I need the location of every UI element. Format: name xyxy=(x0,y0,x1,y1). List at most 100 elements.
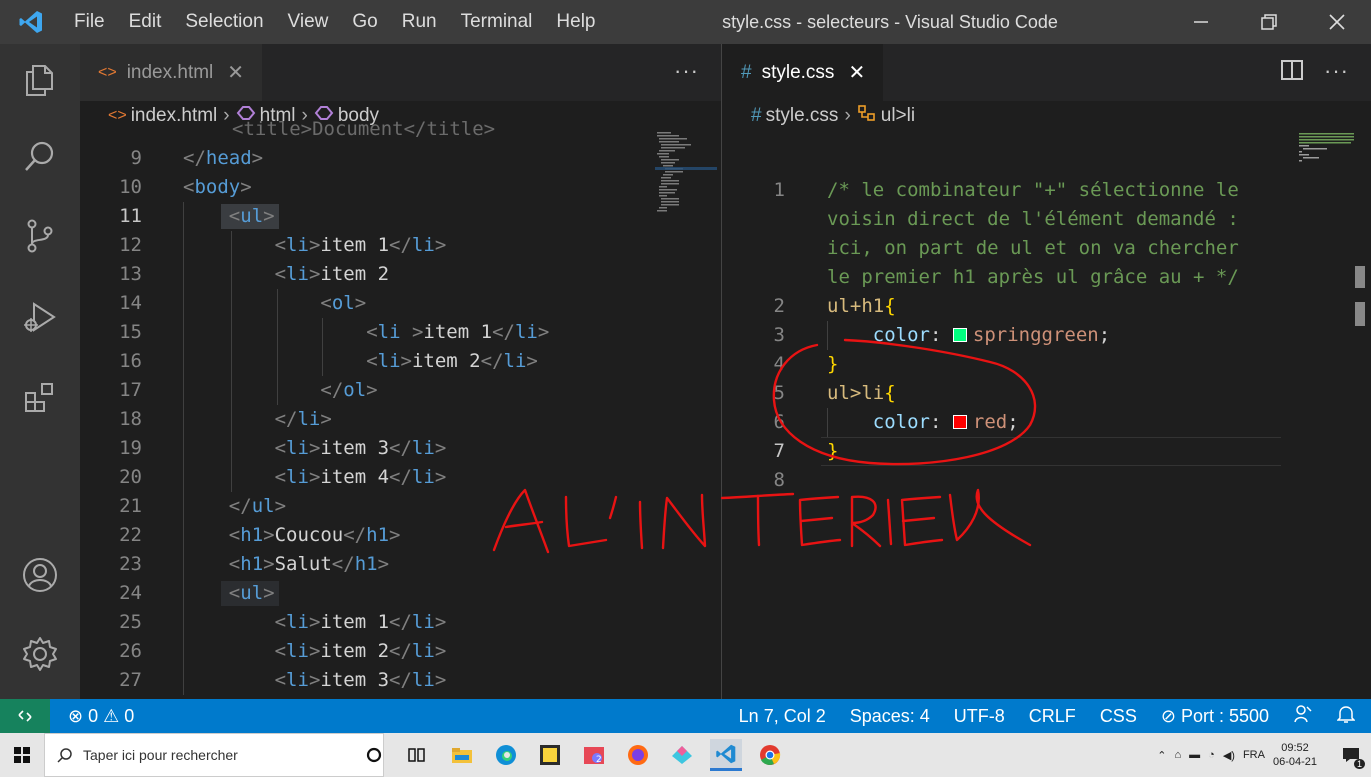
network-icon[interactable]: ⌂ xyxy=(1175,749,1182,761)
indent-guide xyxy=(276,289,278,405)
firefox-icon[interactable] xyxy=(622,739,654,771)
task-view-icon[interactable] xyxy=(402,739,434,771)
partial-code-line: <title>Document</title> xyxy=(232,118,496,140)
code-line: 3 color: springgreen; xyxy=(723,321,1371,350)
line-number: 16 xyxy=(119,350,142,372)
menu-item-view[interactable]: View xyxy=(276,11,341,33)
file-explorer-icon[interactable] xyxy=(446,739,478,771)
menu-item-selection[interactable]: Selection xyxy=(173,11,275,33)
color-swatch[interactable] xyxy=(952,328,967,342)
account-icon[interactable] xyxy=(0,545,80,605)
menu-item-terminal[interactable]: Terminal xyxy=(449,11,545,33)
tab-style-css[interactable]: # style.css ✕ xyxy=(723,44,884,101)
app-icon-diamond[interactable] xyxy=(666,739,698,771)
minimap[interactable] xyxy=(655,131,721,699)
menu-item-go[interactable]: Go xyxy=(340,11,389,33)
line-number: 10 xyxy=(119,176,142,198)
code-line: le premier h1 après ul grâce au + */ xyxy=(723,263,1371,292)
extensions-icon[interactable] xyxy=(0,368,80,428)
feedback-icon[interactable] xyxy=(1281,704,1325,729)
code-text: ul>li{ xyxy=(827,382,896,404)
html-code-editor[interactable]: <title>Document</title> 9 </head> 10 <body>… xyxy=(80,118,721,699)
code-text: ici, on part de ul et on va chercher xyxy=(827,237,1239,259)
language-mode[interactable]: CSS xyxy=(1088,706,1149,727)
code-text: <li>item 2</li> xyxy=(366,350,538,372)
line-number: 27 xyxy=(119,669,142,691)
vscode-logo-icon xyxy=(0,0,62,44)
code-text: <li>item 1</li> xyxy=(274,611,447,633)
explorer-icon[interactable] xyxy=(0,50,80,110)
line-number: 14 xyxy=(119,292,142,314)
menu-item-run[interactable]: Run xyxy=(390,11,449,33)
restore-button[interactable] xyxy=(1235,0,1303,44)
chrome-icon[interactable] xyxy=(754,739,786,771)
taskbar-clock[interactable]: 09:52 06-04-21 xyxy=(1273,741,1317,769)
code-line: 24 <ul> xyxy=(80,579,721,608)
vscode-taskbar-icon[interactable] xyxy=(710,739,742,771)
code-line: voisin direct de l'élément demandé : xyxy=(723,205,1371,234)
code-text: /* le combinateur "+" sélectionne le xyxy=(827,179,1239,201)
close-window-button[interactable] xyxy=(1303,0,1371,44)
scrollbar-thumb[interactable] xyxy=(1355,266,1365,288)
indentation[interactable]: Spaces: 4 xyxy=(838,706,942,727)
photos-app-icon[interactable]: 2 xyxy=(578,739,610,771)
css-file-icon: # xyxy=(751,105,762,126)
cursor-position[interactable]: Ln 7, Col 2 xyxy=(727,706,838,727)
breadcrumb-item[interactable]: index.html xyxy=(131,105,218,127)
more-actions-icon[interactable]: ··· xyxy=(674,58,699,84)
windows-start-icon[interactable] xyxy=(0,733,44,777)
menu-item-file[interactable]: File xyxy=(62,11,117,33)
minimize-button[interactable] xyxy=(1167,0,1235,44)
breadcrumb-item[interactable]: style.css xyxy=(766,105,839,127)
css-code-editor[interactable]: 1 /* le combinateur "+" sélectionne le voi… xyxy=(723,131,1371,699)
taskbar-search-box[interactable]: Taper ici pour rechercher xyxy=(44,733,384,777)
line-number: 1 xyxy=(773,179,785,201)
sticky-notes-icon[interactable] xyxy=(534,739,566,771)
minimap[interactable] xyxy=(1297,131,1363,699)
chevron-up-icon[interactable]: ⌃ xyxy=(1157,749,1166,762)
code-text: <ul> xyxy=(228,582,275,604)
menu-item-edit[interactable]: Edit xyxy=(117,11,174,33)
code-line: 2 ul+h1{ xyxy=(723,292,1371,321)
volume-icon[interactable]: ◀) xyxy=(1223,749,1235,762)
code-text: </head> xyxy=(183,147,264,169)
notification-center-icon[interactable]: 1 xyxy=(1331,733,1371,777)
code-text: color: red; xyxy=(872,411,1019,433)
remote-indicator-icon[interactable] xyxy=(0,699,50,733)
notifications-bell-icon[interactable] xyxy=(1325,704,1371,729)
live-server-port[interactable]: ⊘ Port : 5500 xyxy=(1149,706,1281,727)
breadcrumb-item[interactable]: ul>li xyxy=(881,105,915,127)
status-bar: ⊗ 0 ⚠ 0 Ln 7, Col 2 Spaces: 4 UTF-8 CRLF… xyxy=(0,699,1371,733)
search-icon[interactable] xyxy=(0,126,80,186)
wifi-icon[interactable]: ◔ xyxy=(1208,749,1215,761)
line-number: 12 xyxy=(119,234,142,256)
more-actions-icon[interactable]: ··· xyxy=(1324,58,1349,84)
close-tab-icon[interactable]: ✕ xyxy=(848,60,865,85)
color-swatch[interactable] xyxy=(952,415,967,429)
code-line: 27 <li>item 3</li> xyxy=(80,666,721,695)
left-editor-group: <> index.html ✕ ··· <> index.html › html… xyxy=(80,44,722,699)
source-control-icon[interactable] xyxy=(0,206,80,266)
tab-label: index.html xyxy=(126,61,214,83)
close-tab-icon[interactable]: ✕ xyxy=(227,60,244,85)
code-line: 14 <ol> xyxy=(80,289,721,318)
notification-count: 1 xyxy=(1353,759,1365,769)
cortana-icon[interactable] xyxy=(358,739,390,771)
settings-gear-icon[interactable] xyxy=(0,624,80,684)
encoding[interactable]: UTF-8 xyxy=(942,706,1017,727)
edge-browser-icon[interactable] xyxy=(490,739,522,771)
search-icon xyxy=(57,748,72,763)
problems-indicator[interactable]: ⊗ 0 ⚠ 0 xyxy=(50,706,146,727)
code-line: 4} xyxy=(723,350,1371,379)
run-debug-icon[interactable] xyxy=(0,287,80,347)
code-line: 13 <li>item 2 xyxy=(80,260,721,289)
battery-icon[interactable]: ▬ xyxy=(1189,749,1200,761)
line-number: 20 xyxy=(119,466,142,488)
tab-index-html[interactable]: <> index.html ✕ xyxy=(80,44,263,101)
split-editor-icon[interactable] xyxy=(1281,60,1303,80)
code-line: 22 <h1>Coucou</h1> xyxy=(80,521,721,550)
input-language[interactable]: FRA xyxy=(1243,749,1265,761)
menu-item-help[interactable]: Help xyxy=(544,11,607,33)
indent-guide xyxy=(183,202,184,695)
end-of-line[interactable]: CRLF xyxy=(1017,706,1088,727)
